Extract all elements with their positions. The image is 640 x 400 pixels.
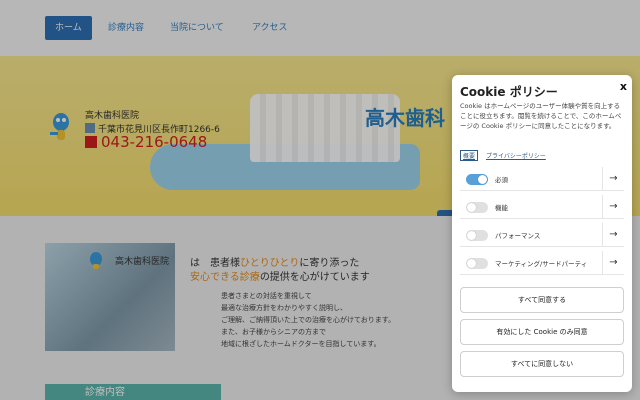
category-label: マーケティング/サードパーティ xyxy=(495,260,588,268)
toggle-knob xyxy=(478,175,487,184)
reject-all-button[interactable]: すべてに同意しない xyxy=(460,351,624,377)
marketing-toggle[interactable] xyxy=(466,258,488,269)
cookie-category-functional: 機能 → xyxy=(460,195,624,219)
cookie-category-performance: パフォーマンス → xyxy=(460,223,624,247)
category-label: パフォーマンス xyxy=(495,232,541,240)
cookie-dialog-links: 概要 プライバシーポリシー xyxy=(460,150,546,161)
required-toggle[interactable] xyxy=(466,174,488,185)
toggle-knob xyxy=(467,259,476,268)
arrow-right-icon[interactable]: → xyxy=(602,195,624,219)
arrow-right-icon[interactable]: → xyxy=(602,251,624,275)
cookie-dialog-title: Cookie ポリシー xyxy=(460,85,558,99)
toggle-knob xyxy=(467,203,476,212)
close-icon[interactable]: x xyxy=(620,80,627,93)
accept-all-button[interactable]: すべて同意する xyxy=(460,287,624,313)
cookie-category-marketing: マーケティング/サードパーティ → xyxy=(460,251,624,275)
accept-enabled-button[interactable]: 有効にした Cookie のみ同意 xyxy=(460,319,624,345)
summary-link[interactable]: 概要 xyxy=(460,150,479,161)
privacy-policy-link[interactable]: プライバシーポリシー xyxy=(486,151,546,160)
arrow-right-icon[interactable]: → xyxy=(602,167,624,191)
arrow-right-icon[interactable]: → xyxy=(602,223,624,247)
category-label: 必須 xyxy=(495,176,508,184)
cookie-category-required: 必須 → xyxy=(460,167,624,191)
functional-toggle[interactable] xyxy=(466,202,488,213)
cookie-policy-dialog: Cookie ポリシー x Cookie はホームページのユーザー体験や質を向上… xyxy=(452,75,632,392)
performance-toggle[interactable] xyxy=(466,230,488,241)
category-label: 機能 xyxy=(495,204,508,212)
cookie-dialog-description: Cookie はホームページのユーザー体験や質を向上することに役立ちます。閲覧を… xyxy=(460,102,622,130)
toggle-knob xyxy=(467,231,476,240)
